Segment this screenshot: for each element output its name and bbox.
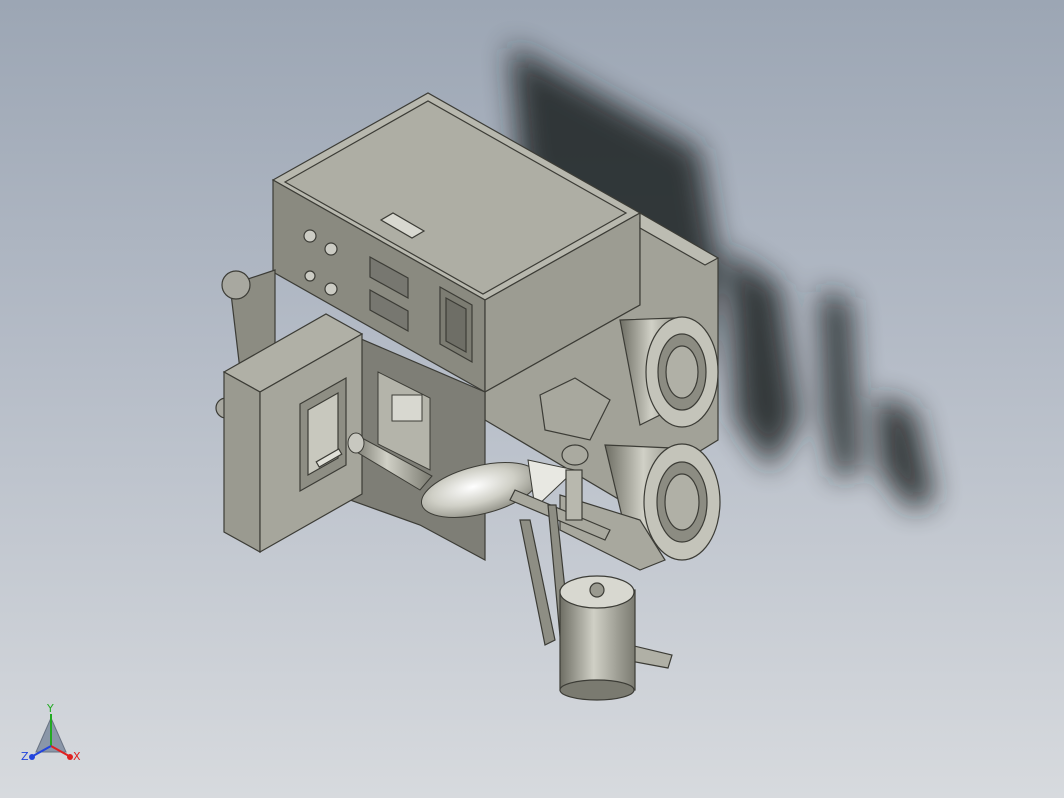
drum-bottom <box>559 679 635 701</box>
cad-3d-viewport[interactable]: Y X Z <box>0 0 1064 798</box>
cylinder-block <box>391 394 423 422</box>
cad-model-scene[interactable] <box>0 0 1064 798</box>
control-knob-3[interactable] <box>304 270 316 282</box>
z-axis-label: Z <box>21 750 29 763</box>
control-knob-4[interactable] <box>324 282 338 296</box>
view-orientation-triad[interactable]: Y X Z <box>14 700 94 780</box>
drum-coupling <box>589 582 605 598</box>
lower-reel-hub-inner <box>664 473 700 531</box>
post-cap <box>561 444 589 466</box>
control-knob-2[interactable] <box>324 242 338 256</box>
feed-tube-end <box>347 432 365 454</box>
upper-reel-hub-inner <box>665 345 699 399</box>
door-front-panel <box>223 370 261 554</box>
z-axis-tip <box>29 754 35 760</box>
leg-front <box>519 519 556 646</box>
control-knob-1[interactable] <box>303 229 317 243</box>
motor-drum[interactable] <box>559 575 673 701</box>
vertical-post <box>565 469 583 521</box>
x-axis-label: X <box>73 750 81 763</box>
y-axis-label: Y <box>46 702 54 715</box>
left-roller-top <box>221 270 251 300</box>
